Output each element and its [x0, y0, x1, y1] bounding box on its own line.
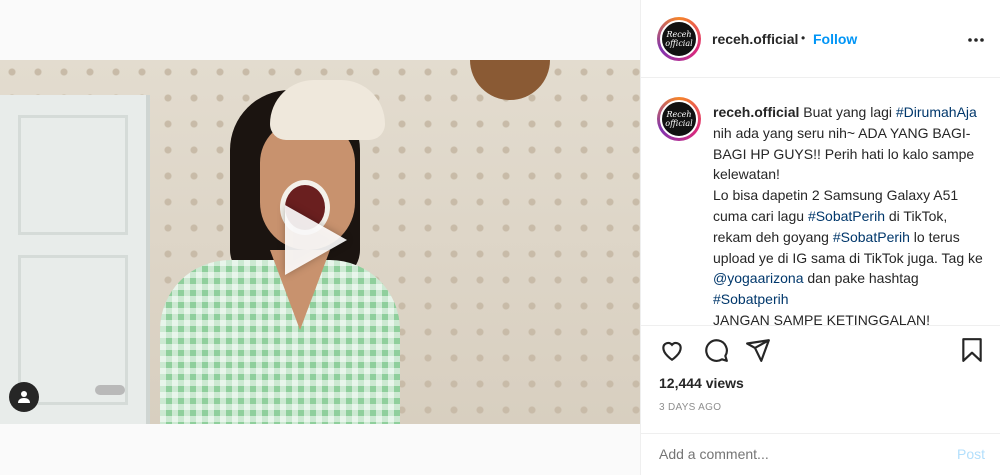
- instagram-post: Receh official receh.official • Follow R…: [0, 0, 1000, 475]
- caption-avatar[interactable]: Receh official: [657, 97, 701, 141]
- more-options-icon[interactable]: [967, 30, 985, 48]
- caption-hashtag-link[interactable]: @yogaarizona: [713, 270, 804, 286]
- actions-divider: [641, 325, 1000, 326]
- header-separator: •: [801, 31, 806, 45]
- door-panel: [18, 255, 128, 405]
- video-door: [0, 95, 150, 424]
- bookmark-icon[interactable]: [959, 337, 985, 363]
- caption-hashtag-link[interactable]: #SobatPerih: [833, 229, 910, 245]
- caption-text: dan pake hashtag: [803, 270, 919, 287]
- share-icon[interactable]: [745, 337, 771, 363]
- video-player[interactable]: [0, 60, 640, 424]
- header-avatar[interactable]: Receh official: [657, 17, 701, 61]
- door-panel: [18, 115, 128, 235]
- comment-input[interactable]: [659, 446, 929, 462]
- user-tag-icon[interactable]: [9, 382, 39, 412]
- view-count[interactable]: 12,444 views: [659, 375, 744, 391]
- person-dress: [160, 260, 400, 424]
- comment-box: Post: [641, 433, 1000, 475]
- person-hat: [270, 80, 385, 140]
- comment-icon[interactable]: [703, 337, 729, 363]
- door-knob: [95, 385, 125, 395]
- play-icon[interactable]: [285, 205, 347, 275]
- more-dots-shape: [968, 38, 984, 42]
- follow-button[interactable]: Follow: [813, 31, 857, 47]
- post-comment-button[interactable]: Post: [957, 446, 985, 462]
- caption-hashtag-link[interactable]: #SobatPerih: [808, 208, 885, 224]
- caption-text: nih ada yang seru nih~ ADA YANG BAGI-BAG…: [713, 124, 975, 183]
- heart-icon[interactable]: [659, 337, 685, 363]
- caption-username[interactable]: receh.official: [713, 104, 799, 120]
- post-timestamp[interactable]: 3 DAYS AGO: [659, 402, 721, 413]
- caption-text: Buat yang lagi: [799, 104, 896, 120]
- caption-hashtag-link[interactable]: #Sobatperih: [713, 291, 789, 307]
- person-silhouette-icon: [18, 391, 30, 403]
- header-username[interactable]: receh.official: [712, 31, 798, 47]
- post-sidebar: Receh official receh.official • Follow R…: [640, 0, 1000, 475]
- avatar-logo: Receh official: [660, 100, 698, 138]
- post-header: Receh official receh.official • Follow: [641, 0, 1000, 78]
- post-caption: receh.official Buat yang lagi #DirumahAj…: [713, 102, 988, 331]
- avatar-logo: Receh official: [660, 20, 698, 58]
- caption-hashtag-link[interactable]: #DirumahAja: [896, 104, 977, 120]
